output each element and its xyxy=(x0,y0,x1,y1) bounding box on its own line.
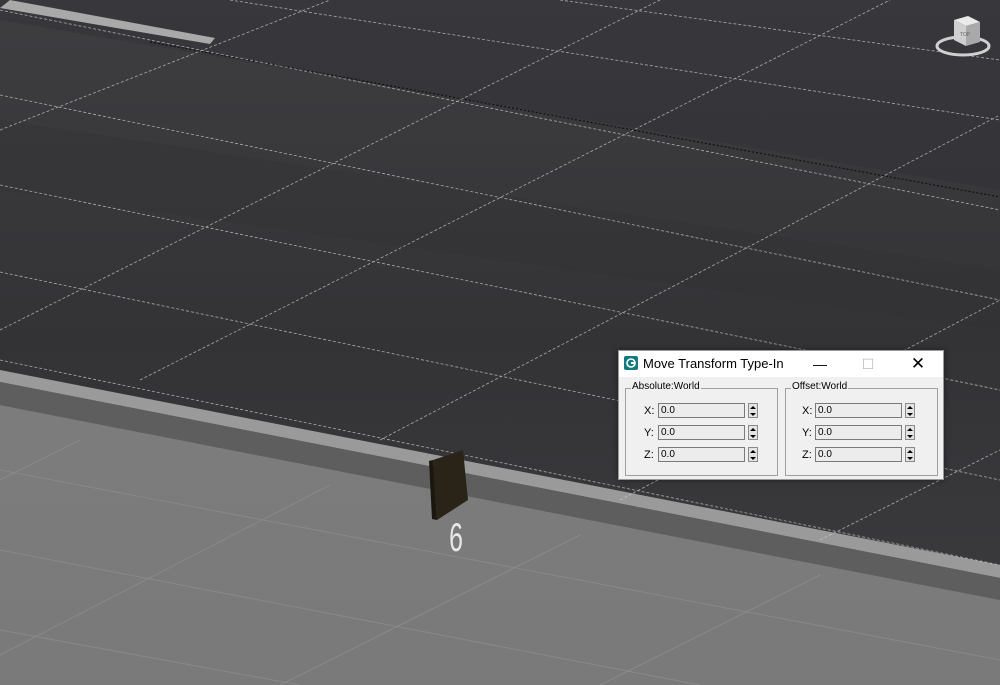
viewcube-icon[interactable]: TOP xyxy=(934,12,992,58)
absolute-y-row: Y: 0.0 xyxy=(626,425,777,443)
absolute-x-field[interactable]: 0.0 xyxy=(658,403,745,418)
absolute-z-field[interactable]: 0.0 xyxy=(658,447,745,462)
axis-label-z: Z: xyxy=(644,449,654,461)
offset-y-row: Y: 0.0 xyxy=(786,425,937,443)
absolute-x-row: X: 0.0 xyxy=(626,403,777,421)
group-label-offset: Offset:World xyxy=(791,381,849,392)
spinner-down-icon[interactable] xyxy=(749,411,757,417)
spinner-down-icon[interactable] xyxy=(906,411,914,417)
absolute-x-spinner[interactable] xyxy=(748,403,758,418)
offset-y-spinner[interactable] xyxy=(905,425,915,440)
spinner-up-icon[interactable] xyxy=(749,404,757,410)
offset-x-spinner[interactable] xyxy=(905,403,915,418)
group-label-absolute: Absolute:World xyxy=(631,381,701,392)
spinner-up-icon[interactable] xyxy=(906,448,914,454)
axis-label-z: Z: xyxy=(802,449,812,461)
spinner-down-icon[interactable] xyxy=(749,455,757,461)
scene-canvas[interactable]: 6 xyxy=(0,0,1000,685)
viewport-3d[interactable]: 6 xyxy=(0,0,1000,685)
sign-number: 6 xyxy=(449,515,463,561)
offset-y-field[interactable]: 0.0 xyxy=(815,425,902,440)
minimize-icon: — xyxy=(813,356,827,372)
axis-label-x: X: xyxy=(802,405,813,417)
offset-x-row: X: 0.0 xyxy=(786,403,937,421)
offset-world-group: Offset:World X: 0.0 Y: 0.0 Z: 0.0 xyxy=(785,381,938,476)
dialog-title: Move Transform Type-In xyxy=(643,356,784,371)
3dsmax-app-icon xyxy=(624,356,638,370)
offset-x-field[interactable]: 0.0 xyxy=(815,403,902,418)
minimize-button[interactable]: — xyxy=(797,351,843,377)
absolute-y-field[interactable]: 0.0 xyxy=(658,425,745,440)
spinner-up-icon[interactable] xyxy=(906,404,914,410)
maximize-icon: ☐ xyxy=(861,355,875,372)
spinner-up-icon[interactable] xyxy=(749,448,757,454)
dialog-titlebar[interactable]: Move Transform Type-In — ☐ ✕ xyxy=(619,351,943,377)
close-button[interactable]: ✕ xyxy=(895,351,941,377)
axis-label-y: Y: xyxy=(644,427,654,439)
offset-z-row: Z: 0.0 xyxy=(786,447,937,465)
spinner-down-icon[interactable] xyxy=(906,455,914,461)
absolute-z-row: Z: 0.0 xyxy=(626,447,777,465)
spinner-up-icon[interactable] xyxy=(906,426,914,432)
axis-label-x: X: xyxy=(644,405,655,417)
spinner-up-icon[interactable] xyxy=(749,426,757,432)
absolute-y-spinner[interactable] xyxy=(748,425,758,440)
svg-text:TOP: TOP xyxy=(960,32,971,38)
axis-label-y: Y: xyxy=(802,427,812,439)
maximize-button[interactable]: ☐ xyxy=(845,351,891,377)
move-transform-dialog: Move Transform Type-In — ☐ ✕ Absolute:Wo… xyxy=(618,350,944,480)
offset-z-field[interactable]: 0.0 xyxy=(815,447,902,462)
close-icon: ✕ xyxy=(910,354,926,373)
absolute-z-spinner[interactable] xyxy=(748,447,758,462)
spinner-down-icon[interactable] xyxy=(906,433,914,439)
absolute-world-group: Absolute:World X: 0.0 Y: 0.0 Z: 0.0 xyxy=(625,381,778,476)
offset-z-spinner[interactable] xyxy=(905,447,915,462)
spinner-down-icon[interactable] xyxy=(749,433,757,439)
